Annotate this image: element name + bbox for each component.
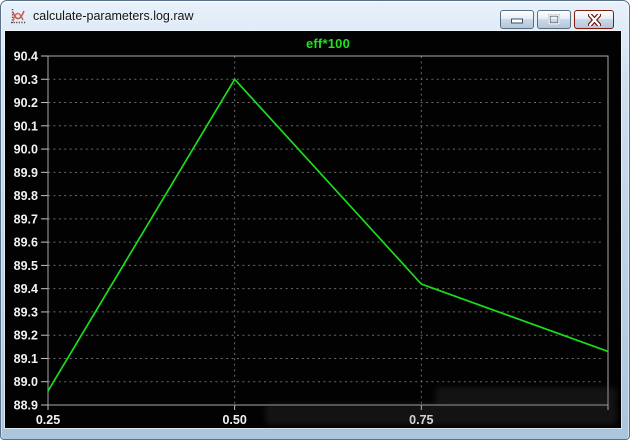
waveform-viewer-window: calculate-parameters.log.raw bbox=[0, 0, 630, 440]
y-tick-label: 90.3 bbox=[14, 73, 38, 87]
y-tick-label: 89.6 bbox=[14, 236, 38, 250]
y-tick-label: 89.3 bbox=[14, 305, 38, 319]
title-bar[interactable]: calculate-parameters.log.raw bbox=[1, 1, 629, 31]
plot-pane[interactable]: eff*100 88.989.089.189.289.389.489.589.6… bbox=[5, 31, 621, 428]
artifact-smudge bbox=[265, 403, 617, 425]
plot-border bbox=[48, 56, 608, 405]
y-tick-label: 89.5 bbox=[14, 259, 38, 273]
waveform-plot-icon bbox=[10, 8, 27, 25]
y-tick-label: 89.8 bbox=[14, 189, 38, 203]
window-controls bbox=[500, 10, 614, 29]
plot-svg: 88.9 89.0 89.1 89.2 89.3 89.4 89.5 89.6 89.7 89.8… bbox=[5, 31, 621, 428]
x-tick-label: 0.50 bbox=[222, 413, 246, 427]
window-title: calculate-parameters.log.raw bbox=[33, 9, 194, 23]
close-icon bbox=[588, 14, 601, 26]
y-tick-label: 89.0 bbox=[14, 375, 38, 389]
y-tick-label: 89.2 bbox=[14, 329, 38, 343]
y-tick-label: 89.7 bbox=[14, 212, 38, 226]
y-tick-label: 88.9 bbox=[14, 399, 38, 413]
minimize-icon bbox=[511, 16, 523, 24]
y-tick-label: 89.9 bbox=[14, 166, 38, 180]
y-tick-label: 90.2 bbox=[14, 96, 38, 110]
y-tick-label: 90.1 bbox=[14, 119, 38, 133]
maximize-icon bbox=[548, 14, 560, 25]
y-tick-label: 90.0 bbox=[14, 143, 38, 157]
x-tick-label: 0.25 bbox=[36, 413, 60, 427]
close-button[interactable] bbox=[574, 10, 614, 29]
y-tick-label: 90.4 bbox=[14, 50, 38, 64]
minimize-button[interactable] bbox=[500, 10, 534, 29]
maximize-button[interactable] bbox=[537, 10, 571, 29]
y-tick-label: 89.4 bbox=[14, 282, 38, 296]
y-tick-label: 89.1 bbox=[14, 352, 38, 366]
artifact-smudge bbox=[435, 387, 617, 405]
